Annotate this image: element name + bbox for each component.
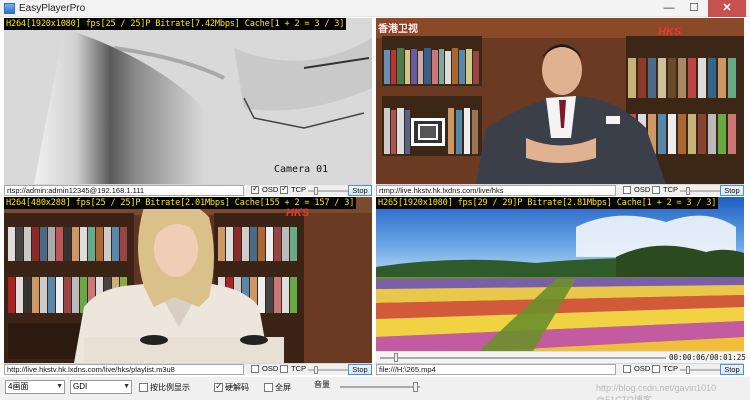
hks-logo: HKS — [286, 207, 310, 219]
control-bar: rtsp://admin:admin12345@192.168.1.111 OS… — [4, 184, 372, 196]
stop-button[interactable]: Stop — [720, 185, 744, 196]
chevron-down-icon: ▼ — [56, 383, 63, 390]
stop-button[interactable]: Stop — [348, 185, 372, 196]
window-title: EasyPlayerPro — [19, 3, 86, 14]
playback-time: 00:00:06/00:01:25 — [669, 353, 746, 362]
player-grid: H264[1920x1080] fps[25 / 25]P Bitrate[7.… — [4, 18, 746, 376]
volume-thumb[interactable] — [686, 187, 690, 195]
stream-url-input[interactable]: file:///H:\265.mp4 — [376, 364, 616, 375]
osd-checkbox[interactable] — [251, 184, 259, 194]
tcp-checkbox[interactable] — [652, 365, 660, 373]
osd-label: OSD — [634, 364, 651, 373]
master-volume-thumb[interactable] — [413, 382, 418, 392]
master-volume-slider[interactable] — [340, 382, 420, 392]
stream-url-input[interactable]: http://live.hkstv.hk.lxdns.com/live/hks/… — [4, 364, 244, 375]
volume-slider[interactable] — [308, 366, 348, 374]
title-bar: EasyPlayerPro — ☐ ✕ — [0, 0, 750, 17]
stream-info-overlay: H265[1920x1080] fps[29 / 29]P Bitrate[2.… — [376, 197, 719, 209]
maximize-button[interactable]: ☐ — [683, 0, 705, 17]
presenter-video-frame — [4, 197, 372, 363]
tcp-checkbox[interactable] — [280, 365, 288, 373]
camera-video-frame — [4, 18, 372, 184]
hks-logo: HKS — [658, 26, 682, 38]
minimize-button[interactable]: — — [658, 0, 680, 17]
close-button[interactable]: ✕ — [708, 0, 746, 17]
volume-thumb[interactable] — [314, 366, 318, 374]
keep-ratio-label: 按比例显示 — [150, 383, 190, 392]
keep-ratio-checkbox[interactable] — [139, 383, 148, 392]
camera-osd-label: Camera 01 — [274, 164, 329, 175]
video-surface-2[interactable]: 香港卫视 HKS — [376, 18, 744, 184]
layout-select[interactable]: 4画面 ▼ — [5, 380, 65, 394]
volume-label: 音量 — [314, 380, 330, 389]
osd-checkbox[interactable] — [251, 365, 259, 373]
volume-slider[interactable] — [680, 187, 720, 195]
landscape-video-frame — [376, 197, 744, 363]
tcp-label: TCP — [663, 185, 678, 194]
osd-label: OSD — [262, 364, 279, 373]
video-pane-1[interactable]: H264[1920x1080] fps[25 / 25]P Bitrate[7.… — [4, 18, 372, 196]
stop-button[interactable]: Stop — [720, 364, 744, 375]
video-surface-3[interactable]: H264[480x288] fps[25 / 25]P Bitrate[2.01… — [4, 197, 372, 363]
stream-url-input[interactable]: rtsp://admin:admin12345@192.168.1.111 — [4, 185, 244, 196]
stream-url-input[interactable]: rtmp://live.hkstv.hk.lxdns.com/live/hks — [376, 185, 616, 196]
control-bar: http://live.hkstv.hk.lxdns.com/live/hks/… — [4, 363, 372, 375]
hw-decode-label: 硬解码 — [225, 383, 249, 392]
fullscreen-label: 全屏 — [275, 383, 291, 392]
tcp-checkbox[interactable] — [652, 186, 660, 194]
watermark-text: http://blog.csdn.net/gavin1010 @51CTO博客 — [596, 383, 717, 400]
video-pane-3[interactable]: H264[480x288] fps[25 / 25]P Bitrate[2.01… — [4, 197, 372, 375]
tcp-label: TCP — [291, 364, 306, 373]
channel-name: 香港卫视 — [378, 24, 418, 35]
tcp-label: TCP — [663, 364, 678, 373]
osd-label: OSD — [262, 185, 279, 194]
renderer-select[interactable]: GDI ▼ — [70, 380, 132, 394]
fullscreen-checkbox[interactable] — [264, 383, 273, 392]
layout-select-value: 4画面 — [8, 382, 29, 391]
video-surface-4[interactable]: H265[1920x1080] fps[29 / 29]P Bitrate[2.… — [376, 197, 744, 363]
video-pane-4[interactable]: H265[1920x1080] fps[29 / 29]P Bitrate[2.… — [376, 197, 746, 375]
renderer-select-value: GDI — [73, 382, 88, 391]
hw-decode-checkbox[interactable] — [214, 381, 223, 392]
chevron-down-icon: ▼ — [123, 383, 130, 390]
tcp-label: TCP — [291, 185, 306, 194]
control-bar: rtmp://live.hkstv.hk.lxdns.com/live/hks … — [376, 184, 744, 196]
volume-slider[interactable] — [680, 366, 720, 374]
seek-track[interactable] — [380, 357, 666, 359]
stop-button[interactable]: Stop — [348, 364, 372, 375]
stream-info-overlay: H264[1920x1080] fps[25 / 25]P Bitrate[7.… — [4, 18, 347, 30]
volume-thumb[interactable] — [314, 187, 318, 195]
volume-thumb[interactable] — [686, 366, 690, 374]
osd-checkbox[interactable] — [623, 365, 631, 373]
studio-video-frame — [376, 18, 744, 184]
seek-bar[interactable]: 00:00:06/00:01:25 — [376, 351, 746, 363]
osd-label: OSD — [634, 185, 651, 194]
control-bar: file:///H:\265.mp4 OSD TCP Stop — [376, 363, 744, 375]
osd-checkbox[interactable] — [623, 186, 631, 194]
volume-slider[interactable] — [308, 187, 348, 195]
video-surface-1[interactable]: H264[1920x1080] fps[25 / 25]P Bitrate[7.… — [4, 18, 372, 184]
bottom-toolbar: 4画面 ▼ GDI ▼ 按比例显示 硬解码 全屏 音量 http://blog.… — [0, 377, 750, 400]
app-icon — [4, 3, 15, 14]
tcp-checkbox[interactable] — [280, 184, 288, 194]
video-pane-2[interactable]: 香港卫视 HKS rtmp://live.hkstv.hk.lxdns.com/… — [376, 18, 744, 196]
seek-thumb[interactable] — [394, 353, 399, 362]
